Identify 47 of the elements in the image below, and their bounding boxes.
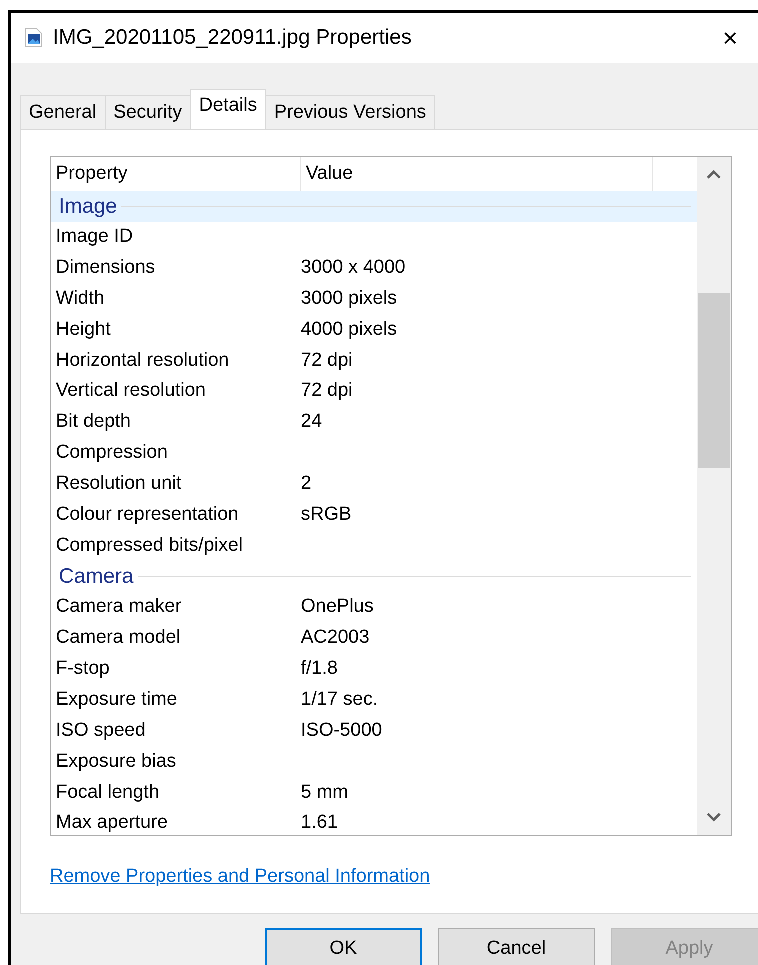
property-value: ISO-5000 xyxy=(301,718,382,743)
property-name: Camera maker xyxy=(55,595,183,620)
property-name: Max aperture xyxy=(55,811,169,835)
property-name: Compression xyxy=(55,441,169,466)
tab[interactable]: Previous Versions xyxy=(265,95,436,129)
scrollbar-thumb[interactable] xyxy=(698,293,730,468)
property-value: 72 dpi xyxy=(301,379,353,404)
property-name: Focal length xyxy=(55,780,161,805)
property-value: 24 xyxy=(301,410,322,434)
window-title: IMG_20201105_220911.jpg Properties xyxy=(53,25,412,52)
remove-properties-link[interactable]: Remove Properties and Personal Information xyxy=(50,863,430,892)
property-name: ISO speed xyxy=(55,718,147,743)
property-name: Width xyxy=(55,286,106,311)
property-name: Camera model xyxy=(55,626,182,650)
tab[interactable]: General xyxy=(20,95,106,129)
image-file-icon xyxy=(25,28,43,48)
property-value: OnePlus xyxy=(301,595,374,620)
property-name: Resolution unit xyxy=(55,472,183,496)
property-name: Exposure time xyxy=(55,688,178,712)
property-name: Image ID xyxy=(55,225,134,250)
property-name: Horizontal resolution xyxy=(55,348,230,373)
property-value: 4000 pixels xyxy=(301,318,398,342)
property-value: 2 xyxy=(301,472,312,496)
scrollbar[interactable] xyxy=(697,157,731,835)
property-value: AC2003 xyxy=(301,626,370,650)
property-value: 72 dpi xyxy=(301,348,353,373)
property-value: 1/17 sec. xyxy=(301,688,378,712)
property-name: Bit depth xyxy=(55,410,132,434)
property-value: 1.61 xyxy=(301,811,338,835)
dialog-button[interactable]: OK xyxy=(265,928,422,965)
tab[interactable]: Details xyxy=(190,89,266,129)
property-name: Dimensions xyxy=(55,256,156,280)
property-name: Exposure bias xyxy=(55,750,178,774)
group-header[interactable]: Image xyxy=(51,191,697,222)
close-button[interactable]: × xyxy=(714,25,746,51)
property-value: f/1.8 xyxy=(301,657,338,682)
property-name: F-stop xyxy=(55,657,111,682)
property-value: 3000 pixels xyxy=(301,286,398,311)
property-value: 3000 x 4000 xyxy=(301,256,406,280)
dialog-button[interactable]: Cancel xyxy=(438,928,595,965)
property-name: Compressed bits/pixel xyxy=(55,534,244,558)
group-header[interactable]: Camera xyxy=(51,561,697,592)
property-value: 5 mm xyxy=(301,780,348,805)
property-name: Colour representation xyxy=(55,502,240,527)
property-value: sRGB xyxy=(301,502,352,527)
property-name: Vertical resolution xyxy=(55,379,207,404)
property-name: Height xyxy=(55,318,112,342)
